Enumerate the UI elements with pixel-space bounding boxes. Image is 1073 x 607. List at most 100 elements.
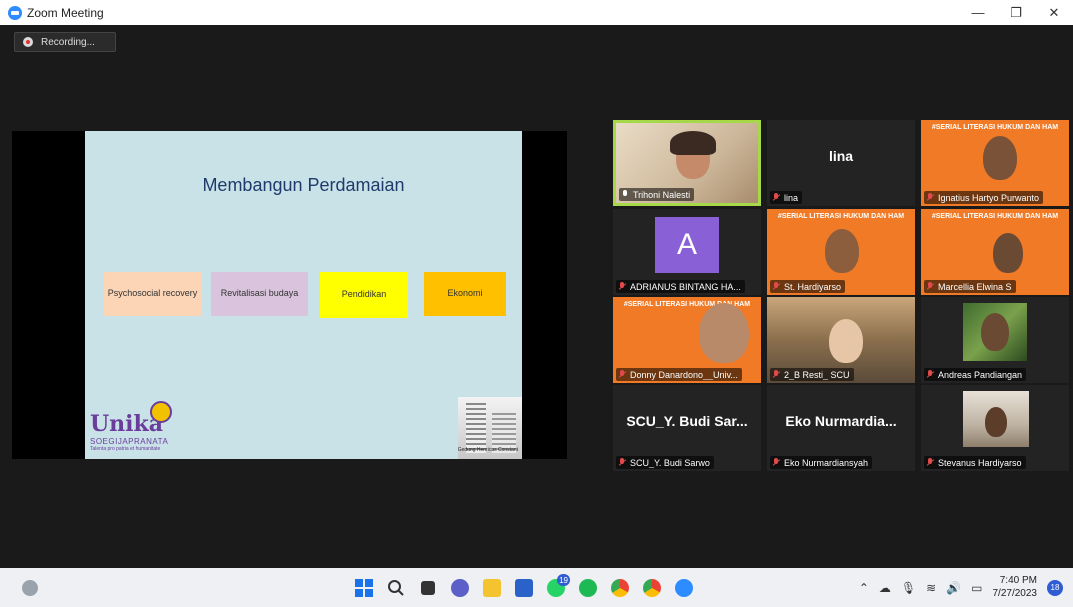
name-tag: Eko Nurmardiansyah [770, 456, 873, 469]
name-tag: St. Hardiyarso [770, 280, 846, 293]
recording-indicator[interactable]: Recording... [14, 32, 116, 52]
mic-muted-icon [618, 370, 626, 379]
file-explorer-shape [483, 579, 501, 597]
zoom-taskbar-icon[interactable] [670, 574, 698, 602]
slide-box-ekonomi: Ekonomi [424, 272, 506, 316]
participant-big-name: SCU_Y. Budi Sar... [626, 413, 748, 429]
chrome-shape [611, 579, 629, 597]
chrome-icon[interactable] [606, 574, 634, 602]
mic-muted-icon [926, 193, 934, 202]
participant-name: St. Hardiyarso [784, 281, 842, 292]
search-icon[interactable] [382, 574, 410, 602]
notification-badge[interactable]: 18 [1047, 579, 1063, 596]
minimize-button[interactable]: — [959, 0, 997, 25]
spotify-shape [579, 579, 597, 597]
participant-name: Stevanus Hardiyarso [938, 457, 1022, 468]
record-icon [23, 37, 33, 47]
video-tile[interactable]: 2_B Resti_ SCU [767, 297, 915, 383]
chrome-profile-icon[interactable] [638, 574, 666, 602]
taskbar: 19 ⌃ ☁ 🎙 ≋ 🔊 ▭ 7:40 PM 7/27/2023 18 [0, 568, 1073, 607]
university-emblem-icon [150, 401, 172, 423]
name-tag: Donny Danardono__Univ... [616, 368, 742, 381]
participant-name: Donny Danardono__Univ... [630, 369, 738, 380]
pin-icon [621, 190, 629, 199]
video-tile[interactable]: lina lina [767, 120, 915, 206]
video-tile[interactable]: Stevanus Hardiyarso [921, 385, 1069, 471]
participant-face [825, 229, 859, 273]
zoom-window: Zoom Meeting — ❐ ✕ Recording... Membangu… [0, 0, 1073, 607]
whatsapp-icon[interactable]: 19 [542, 574, 570, 602]
video-tile[interactable]: #SERIAL LITERASI HUKUM DAN HAM Marcellia… [921, 209, 1069, 295]
cloud-icon[interactable]: ☁ [879, 581, 891, 595]
volume-icon[interactable]: 🔊 [946, 581, 961, 595]
mic-muted-icon [926, 282, 934, 291]
event-banner: #SERIAL LITERASI HUKUM DAN HAM [931, 124, 1059, 131]
participant-name: Marcellia Elwina S [938, 281, 1012, 292]
video-tile[interactable]: SCU_Y. Budi Sar... SCU_Y. Budi Sarwo [613, 385, 761, 471]
battery-icon[interactable]: ▭ [971, 581, 982, 595]
slide-caption: Gedung Henricus Constant [457, 447, 518, 453]
participant-video [963, 303, 1027, 361]
participant-name: Eko Nurmardiansyah [784, 457, 869, 468]
video-tile[interactable]: #SERIAL LITERASI HUKUM DAN HAM St. Hardi… [767, 209, 915, 295]
clock-date: 7/27/2023 [992, 587, 1038, 599]
zoom-logo-icon [8, 5, 22, 20]
video-tile[interactable]: #SERIAL LITERASI HUKUM DAN HAM Donny Dan… [613, 297, 761, 383]
video-tile[interactable]: A ADRIANUS BINTANG HA... [613, 209, 761, 295]
store-icon[interactable] [510, 574, 538, 602]
participant-name: SCU_Y. Budi Sarwo [630, 457, 710, 468]
task-view-shape [421, 581, 435, 595]
video-tile[interactable]: Andreas Pandiangan [921, 297, 1069, 383]
slide-box-pendidikan: Pendidikan [320, 272, 408, 318]
participant-avatar: A [655, 217, 719, 273]
video-tile[interactable]: Eko Nurmardia... Eko Nurmardiansyah [767, 385, 915, 471]
mic-muted-icon [772, 282, 780, 291]
chevron-up-icon[interactable]: ⌃ [859, 581, 869, 595]
name-tag: lina [770, 191, 803, 204]
file-explorer-icon[interactable] [478, 574, 506, 602]
logo-subtitle: SOEGIJAPRANATA [90, 437, 169, 446]
participant-face [699, 303, 749, 363]
name-tag: ADRIANUS BINTANG HA... [616, 280, 745, 293]
clock[interactable]: 7:40 PM 7/27/2023 [993, 575, 1038, 600]
shared-screen[interactable]: Membangun Perdamaian Psychosocial recove… [12, 131, 567, 459]
meeting-area: Recording... Membangun Perdamaian Psycho… [7, 25, 1069, 568]
event-banner: #SERIAL LITERASI HUKUM DAN HAM [931, 213, 1059, 220]
title-bar: Zoom Meeting — ❐ ✕ [0, 0, 1073, 25]
name-tag: Stevanus Hardiyarso [924, 456, 1026, 469]
presentation-slide: Membangun Perdamaian Psychosocial recove… [85, 131, 522, 459]
name-tag: SCU_Y. Budi Sarwo [616, 456, 714, 469]
chat-icon[interactable] [446, 574, 474, 602]
video-grid: Trihoni Nalesti lina lina #SERIAL LITERA… [613, 120, 1069, 471]
clock-time: 7:40 PM [999, 575, 1037, 586]
restore-button[interactable]: ❐ [997, 0, 1035, 25]
event-banner: #SERIAL LITERASI HUKUM DAN HAM [777, 213, 905, 220]
participant-face [985, 407, 1007, 437]
participant-face [829, 319, 863, 363]
name-tag: Andreas Pandiangan [924, 368, 1027, 381]
participant-name: 2_B Resti_ SCU [784, 369, 850, 380]
participant-name: lina [784, 192, 799, 203]
task-view-icon[interactable] [414, 574, 442, 602]
spotify-icon[interactable] [574, 574, 602, 602]
windows-start-icon[interactable] [350, 574, 378, 602]
microphone-icon[interactable]: 🎙 [901, 581, 916, 595]
slide-box-psychosocial: Psychosocial recovery [104, 272, 201, 316]
mic-muted-icon [772, 370, 780, 379]
weather-icon[interactable] [22, 580, 38, 596]
logo-tagline: Talenta pro patria et humanitate [90, 446, 161, 452]
chrome-profile-shape [643, 579, 661, 597]
wifi-icon[interactable]: ≋ [926, 581, 936, 595]
chat-shape [451, 579, 469, 597]
slide-box-revitalisasi: Revitalisasi budaya [211, 272, 308, 316]
participant-name: ADRIANUS BINTANG HA... [630, 281, 741, 292]
name-tag: Marcellia Elwina S [924, 280, 1016, 293]
mic-muted-icon [772, 458, 780, 467]
window-title: Zoom Meeting [27, 5, 104, 20]
close-button[interactable]: ✕ [1035, 0, 1073, 25]
video-tile[interactable]: Trihoni Nalesti [613, 120, 761, 206]
mic-muted-icon [926, 370, 934, 379]
participant-hair [670, 131, 716, 155]
mic-muted-icon [618, 282, 626, 291]
video-tile[interactable]: #SERIAL LITERASI HUKUM DAN HAM Ignatius … [921, 120, 1069, 206]
